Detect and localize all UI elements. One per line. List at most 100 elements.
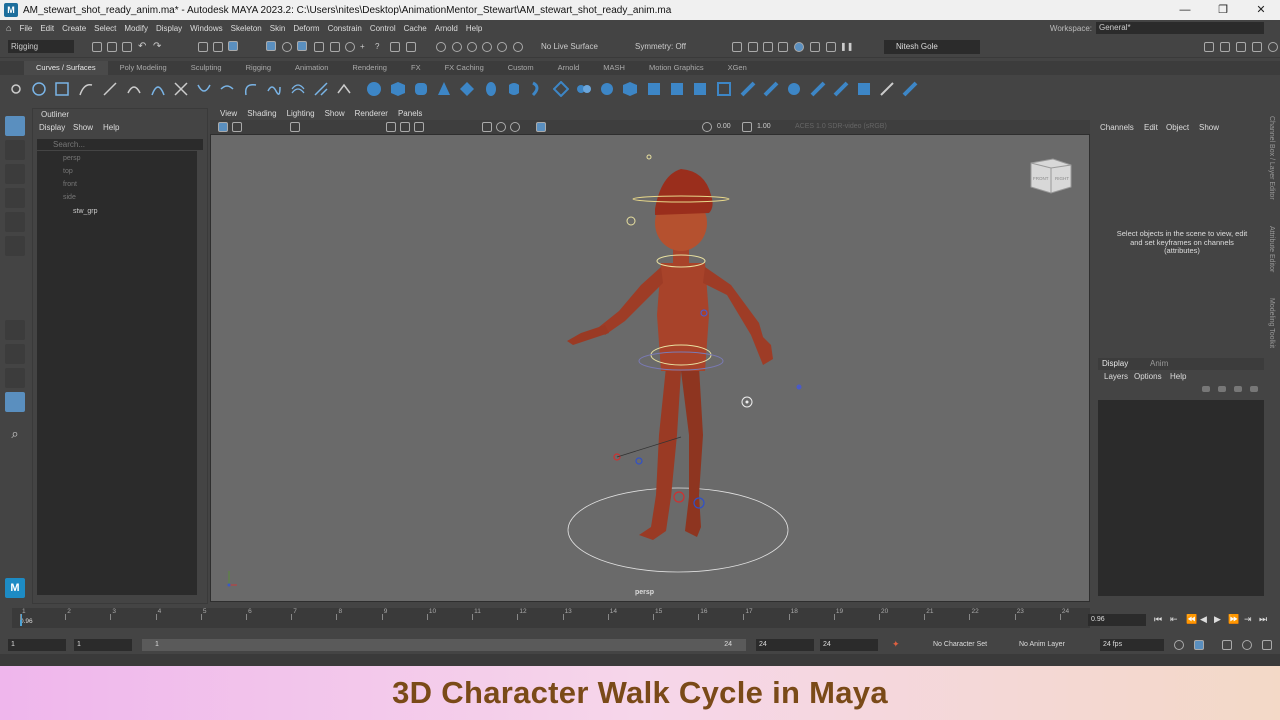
outliner-item-top[interactable]: top [63, 168, 73, 175]
snap-projected-center-icon[interactable] [482, 42, 492, 52]
hypershade-icon[interactable] [794, 42, 804, 52]
move-layer-up-icon[interactable] [1202, 386, 1210, 392]
channels-show-menu[interactable]: Show [1199, 123, 1219, 132]
nurbs-cylinder-icon[interactable] [413, 81, 429, 97]
modeling-toolkit-icon[interactable] [1204, 42, 1214, 52]
cv-curve-tool-icon[interactable] [78, 81, 94, 97]
select-misc-icon[interactable]: ? [375, 42, 385, 52]
paint-select-tool-icon[interactable] [5, 164, 25, 184]
step-back-key-icon[interactable]: ⇤ [1170, 614, 1178, 625]
pause-ipr-icon[interactable]: ❚❚ [840, 42, 853, 52]
outliner-item-front[interactable]: front [63, 181, 77, 188]
open-scene-icon[interactable] [107, 42, 117, 52]
search-icon[interactable]: ⌕ [5, 426, 25, 446]
birail-icon[interactable] [599, 81, 615, 97]
shelf-tab-fx-caching[interactable]: FX Caching [433, 61, 496, 75]
extend-curve-icon[interactable] [266, 81, 282, 97]
shelf-tab-curves-surfaces[interactable]: Curves / Surfaces [24, 61, 108, 75]
shelf-tab-custom[interactable]: Custom [496, 61, 546, 75]
workspace-selector[interactable]: Workspace: General* [1050, 22, 1264, 34]
menuset-dropdown[interactable]: Rigging [8, 40, 74, 53]
create-layer-from-selected-icon[interactable] [1250, 386, 1258, 392]
shelf-tab-rigging[interactable]: Rigging [234, 61, 283, 75]
add-points-tool-icon[interactable] [336, 81, 352, 97]
insert-knot-icon[interactable] [242, 81, 258, 97]
wireframe-icon[interactable] [482, 122, 492, 132]
colorspace-dropdown[interactable]: ACES 1.0 SDR-video (sRGB) [792, 120, 887, 133]
move-layer-down-icon[interactable] [1218, 386, 1226, 392]
undo-icon[interactable]: ↶ [138, 42, 148, 52]
nurbs-cube-icon[interactable] [390, 81, 406, 97]
master-control-circle[interactable] [567, 487, 789, 573]
menu-help[interactable]: Help [466, 24, 482, 33]
range-slider[interactable]: 1 24 [142, 639, 746, 651]
play-forwards-icon[interactable]: ▶ [1214, 614, 1221, 625]
viewport-persp[interactable]: FRONT RIGHT persp [210, 134, 1090, 602]
bezier-curve-tool-icon[interactable] [173, 81, 189, 97]
menu-arnold[interactable]: Arnold [435, 24, 458, 33]
maximize-button[interactable]: ❐ [1204, 0, 1242, 20]
viewport-menu-panels[interactable]: Panels [398, 108, 422, 120]
new-scene-icon[interactable] [92, 42, 102, 52]
select-dynamic-icon[interactable] [345, 42, 355, 52]
persp-graph-layout-icon[interactable] [5, 368, 25, 388]
film-gate-icon[interactable] [400, 122, 410, 132]
viewport-menu-shading[interactable]: Shading [247, 108, 276, 120]
planar-icon[interactable] [553, 81, 569, 97]
menu-skeleton[interactable]: Skeleton [231, 24, 262, 33]
menu-select[interactable]: Select [94, 24, 116, 33]
viewport-menu-renderer[interactable]: Renderer [355, 108, 388, 120]
channel-box-icon[interactable] [1252, 42, 1262, 52]
untrim-icon[interactable] [716, 81, 732, 97]
revolve-icon[interactable] [506, 81, 522, 97]
lasso-tool-icon[interactable] [5, 140, 25, 160]
character-set-dropdown[interactable]: No Character Set [930, 639, 1010, 651]
select-object-icon[interactable] [213, 42, 223, 52]
move-tool-icon[interactable] [5, 188, 25, 208]
nurbs-torus-icon[interactable] [483, 81, 499, 97]
nurbs-plane-icon[interactable] [459, 81, 475, 97]
select-rendering-icon[interactable]: + [360, 42, 370, 52]
snap-curve-icon[interactable] [452, 42, 462, 52]
smooth-shade-icon[interactable] [496, 122, 506, 132]
open-close-surfaces-icon[interactable] [786, 81, 802, 97]
pencil-curve-tool-icon[interactable] [126, 81, 142, 97]
gamma-field[interactable]: 1.00 [754, 120, 771, 133]
single-perspective-layout-icon[interactable] [5, 320, 25, 340]
scale-tool-icon[interactable] [5, 236, 25, 256]
outliner-search-input[interactable]: Search... [37, 139, 203, 150]
animation-end-field[interactable]: 24 [820, 639, 878, 651]
render-view-icon[interactable] [732, 42, 742, 52]
arc-tool-icon[interactable] [150, 81, 166, 97]
intersect-surfaces-icon[interactable] [646, 81, 662, 97]
arnold-render-icon[interactable] [810, 42, 820, 52]
project-curve-icon[interactable] [669, 81, 685, 97]
make-live-icon[interactable] [513, 42, 523, 52]
viewport-menu-view[interactable]: View [220, 108, 237, 120]
channels-object-menu[interactable]: Object [1166, 123, 1189, 132]
channels-menu[interactable]: Channels [1100, 123, 1134, 132]
attach-surfaces-icon[interactable] [740, 81, 756, 97]
outliner-item-persp[interactable]: persp [63, 155, 81, 162]
ipr-render-icon[interactable] [763, 42, 773, 52]
select-camera-icon[interactable] [218, 122, 228, 132]
xray-icon[interactable] [536, 122, 546, 132]
select-surface-icon[interactable] [314, 42, 324, 52]
layers-menu[interactable]: Layers [1104, 372, 1128, 381]
playback-end-field[interactable]: 24 [756, 639, 814, 651]
ep-curve-tool-icon[interactable] [102, 81, 118, 97]
step-forward-key-icon[interactable]: ⇥ [1244, 614, 1252, 625]
menu-constrain[interactable]: Constrain [328, 24, 362, 33]
anim-layer-dropdown[interactable]: No Anim Layer [1016, 639, 1096, 651]
lock-selection-icon[interactable] [390, 42, 400, 52]
extrude-icon[interactable] [576, 81, 592, 97]
menu-deform[interactable]: Deform [293, 24, 319, 33]
save-scene-icon[interactable] [122, 42, 132, 52]
command-line[interactable] [0, 654, 1280, 666]
step-forward-frame-icon[interactable]: ⏩ [1228, 614, 1239, 625]
viewport-menu-lighting[interactable]: Lighting [287, 108, 315, 120]
channels-edit-menu[interactable]: Edit [1144, 123, 1158, 132]
menu-control[interactable]: Control [370, 24, 396, 33]
render-current-frame-icon[interactable] [748, 42, 758, 52]
snap-grid-icon[interactable] [436, 42, 446, 52]
